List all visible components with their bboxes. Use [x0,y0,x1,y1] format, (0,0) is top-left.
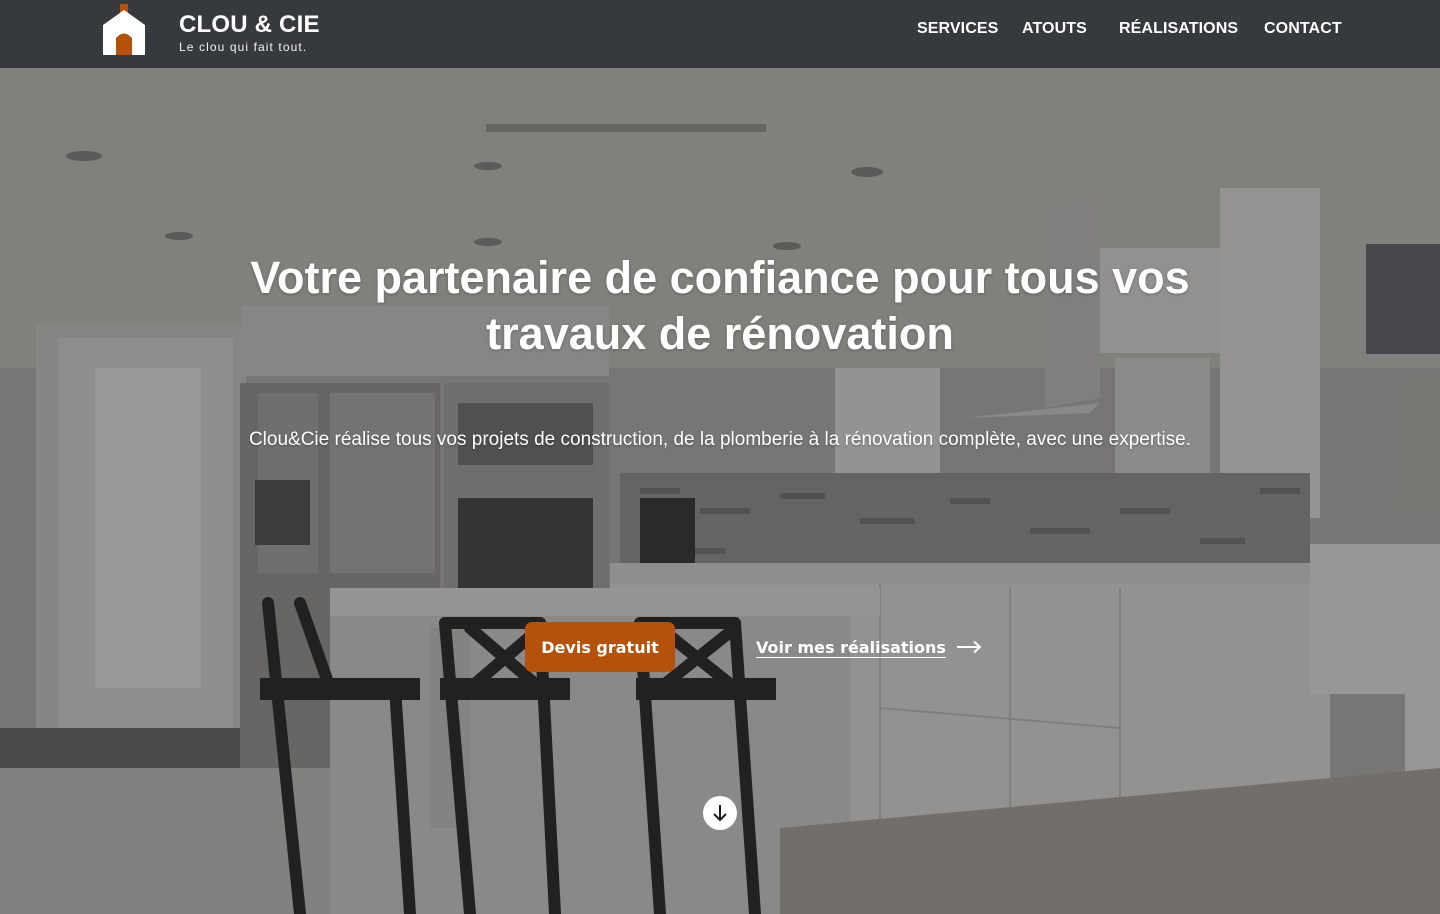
scroll-down-button[interactable] [703,796,737,830]
brand-name[interactable]: CLOU & CIE [179,11,320,39]
site-header: CLOU & CIE Le clou qui fait tout. SERVIC… [0,0,1440,68]
brand-tagline: Le clou qui fait tout. [179,40,308,54]
nav-services[interactable]: SERVICES [917,20,998,38]
house-icon[interactable] [101,3,147,57]
arrow-down-icon [713,805,727,822]
hero-section: Votre partenaire de confiance pour tous … [0,68,1440,914]
view-projects-label: Voir mes réalisations [756,637,946,657]
hero-subtitle: Clou&Cie réalise tous vos projets de con… [248,429,1192,450]
nav-contact[interactable]: CONTACT [1264,20,1342,38]
arrow-right-icon [956,640,982,654]
nav-realisations[interactable]: RÉALISATIONS [1119,20,1238,38]
free-quote-button[interactable]: Devis gratuit [525,622,675,672]
view-projects-link[interactable]: Voir mes réalisations [756,635,982,659]
hero-overlay [0,68,1440,914]
nav-atouts[interactable]: ATOUTS [1022,20,1087,38]
hero-title: Votre partenaire de confiance pour tous … [250,252,1190,359]
